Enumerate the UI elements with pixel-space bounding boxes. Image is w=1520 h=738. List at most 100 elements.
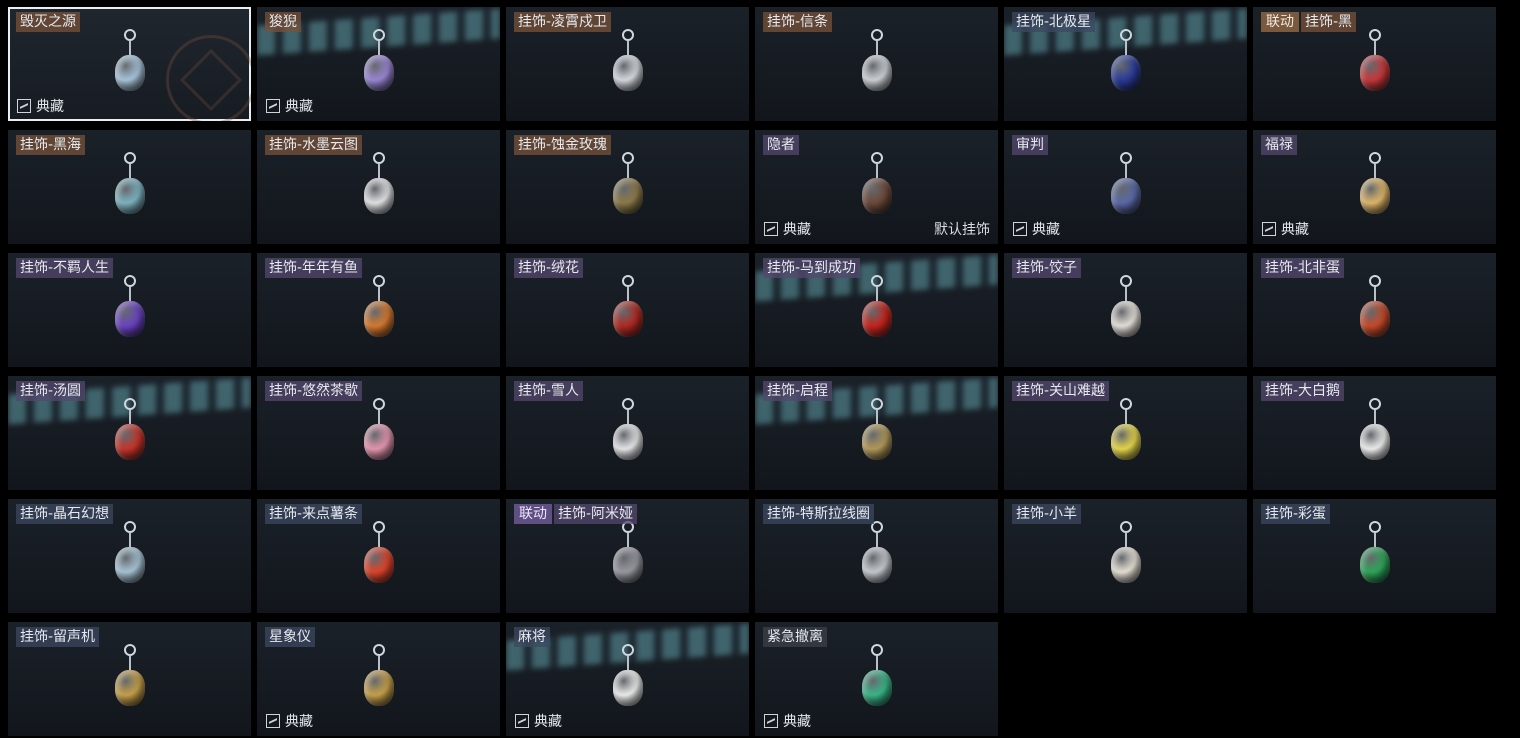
rocket-icon bbox=[598, 29, 658, 115]
easter-egg-icon bbox=[1345, 521, 1405, 607]
item-name: 挂饰-北极星 bbox=[1012, 12, 1096, 32]
horse-icon bbox=[847, 275, 907, 361]
cupcake-icon bbox=[349, 398, 409, 484]
item-name-tag: 挂饰-信条 bbox=[763, 12, 833, 32]
charm-item[interactable]: 挂饰-小羊 bbox=[1004, 499, 1247, 613]
default-charm-label: 默认挂饰 bbox=[934, 222, 990, 238]
charm-item[interactable]: 紧急撤离 典藏 bbox=[755, 622, 998, 736]
collection-label: 典藏 bbox=[36, 99, 64, 115]
tesla-coil-icon bbox=[847, 521, 907, 607]
compass-icon bbox=[847, 398, 907, 484]
item-name: 福禄 bbox=[1261, 135, 1297, 155]
item-name-tag: 审判 bbox=[1012, 135, 1048, 155]
charm-item[interactable]: 毁灭之源 典藏 bbox=[8, 7, 251, 121]
collection-icon bbox=[764, 222, 778, 236]
flower-icon bbox=[598, 275, 658, 361]
collection-label: 典藏 bbox=[1032, 222, 1060, 238]
item-name: 挂饰-饺子 bbox=[1012, 258, 1082, 278]
item-name: 紧急撤离 bbox=[763, 627, 827, 647]
item-name: 挂饰-大白鹅 bbox=[1261, 381, 1345, 401]
collection-label: 典藏 bbox=[783, 222, 811, 238]
collection-label: 典藏 bbox=[1281, 222, 1309, 238]
charm-item[interactable]: 挂饰-晶石幻想 bbox=[8, 499, 251, 613]
egg-pan-icon bbox=[1345, 275, 1405, 361]
item-name-tag: 福禄 bbox=[1261, 135, 1297, 155]
charm-item[interactable]: 挂饰-启程 bbox=[755, 376, 998, 490]
charm-item[interactable]: 挂饰-饺子 bbox=[1004, 253, 1247, 367]
sneaker-icon bbox=[100, 275, 160, 361]
charm-item[interactable]: 挂饰-绒花 bbox=[506, 253, 749, 367]
item-name-tag: 挂饰-彩蛋 bbox=[1261, 504, 1331, 524]
collection-icon bbox=[515, 714, 529, 728]
collection-icon bbox=[764, 714, 778, 728]
item-name-tag: 挂饰-关山难越 bbox=[1012, 381, 1110, 401]
charm-item[interactable]: 挂饰-黑海 bbox=[8, 130, 251, 244]
item-name-tag: 挂饰-马到成功 bbox=[763, 258, 861, 278]
item-name: 挂饰-水墨云图 bbox=[265, 135, 363, 155]
charm-item[interactable]: 挂饰-雪人 bbox=[506, 376, 749, 490]
bottle-icon bbox=[1345, 29, 1405, 115]
mecha-dragon-icon bbox=[100, 29, 160, 115]
item-name: 星象仪 bbox=[265, 627, 315, 647]
charm-item[interactable]: 麻将典藏 bbox=[506, 622, 749, 736]
item-name-tag: 挂饰-大白鹅 bbox=[1261, 381, 1345, 401]
tangyuan-bowl-icon bbox=[100, 398, 160, 484]
item-name: 挂饰-绒花 bbox=[514, 258, 584, 278]
item-name-tag: 挂饰-饺子 bbox=[1012, 258, 1082, 278]
charm-item[interactable]: 挂饰-马到成功 bbox=[755, 253, 998, 367]
charm-item[interactable]: 审判典藏 bbox=[1004, 130, 1247, 244]
emblem-watermark-icon bbox=[166, 35, 251, 121]
collection-badge: 典藏 bbox=[1262, 219, 1309, 239]
patterned-ball-icon bbox=[349, 152, 409, 238]
item-name: 挂饰-信条 bbox=[763, 12, 833, 32]
dumpling-plate-icon bbox=[1096, 275, 1156, 361]
item-name-tag: 挂饰-悠然茶歇 bbox=[265, 381, 363, 401]
bunny-icon bbox=[598, 521, 658, 607]
charm-item[interactable]: 挂饰-北非蛋 bbox=[1253, 253, 1496, 367]
charm-item[interactable]: 挂饰-留声机 bbox=[8, 622, 251, 736]
item-name: 挂饰-北非蛋 bbox=[1261, 258, 1345, 278]
exit-sign-icon bbox=[847, 644, 907, 730]
item-name-tag: 星象仪 bbox=[265, 627, 315, 647]
item-name: 挂饰-晶石幻想 bbox=[16, 504, 114, 524]
charm-item[interactable]: 挂饰-水墨云图 bbox=[257, 130, 500, 244]
charm-item[interactable]: 挂饰-不羁人生 bbox=[8, 253, 251, 367]
charm-item[interactable]: 挂饰-信条 bbox=[755, 7, 998, 121]
charm-item[interactable]: 福禄典藏 bbox=[1253, 130, 1496, 244]
item-name-tag: 挂饰-特斯拉线圈 bbox=[763, 504, 875, 524]
charm-grid: 毁灭之源 典藏 狻猊 典藏 挂饰-凌霄戍卫 挂饰-信条 挂饰-北极星 联动 挂饰-黑 挂饰-黑海挂… bbox=[0, 0, 1520, 738]
charm-item[interactable]: 挂饰-彩蛋 bbox=[1253, 499, 1496, 613]
charm-item[interactable]: 挂饰-大白鹅 bbox=[1253, 376, 1496, 490]
item-name-tag: 麻将 bbox=[514, 627, 550, 647]
charm-item[interactable]: 挂饰-凌霄戍卫 bbox=[506, 7, 749, 121]
collection-label: 典藏 bbox=[285, 714, 313, 730]
charm-item[interactable]: 挂饰-关山难越 bbox=[1004, 376, 1247, 490]
charm-item[interactable]: 隐者典藏 默认挂饰 bbox=[755, 130, 998, 244]
item-name-tag: 挂饰-汤圆 bbox=[16, 381, 86, 401]
charm-item[interactable]: 狻猊 典藏 bbox=[257, 7, 500, 121]
item-name: 挂饰-关山难越 bbox=[1012, 381, 1110, 401]
charm-item[interactable]: 挂饰-年年有鱼 bbox=[257, 253, 500, 367]
charm-item[interactable]: 联动 挂饰-黑 bbox=[1253, 7, 1496, 121]
collection-label: 典藏 bbox=[534, 714, 562, 730]
item-name-tag: 挂饰-凌霄戍卫 bbox=[514, 12, 612, 32]
collection-badge: 典藏 bbox=[1013, 219, 1060, 239]
anchor-icon bbox=[100, 152, 160, 238]
item-name-tag: 挂饰-黑海 bbox=[16, 135, 86, 155]
item-name-tag: 隐者 bbox=[763, 135, 799, 155]
charm-item[interactable]: 挂饰-来点薯条 bbox=[257, 499, 500, 613]
item-name: 挂饰-年年有鱼 bbox=[265, 258, 363, 278]
charm-item[interactable]: 联动 挂饰-阿米娅 bbox=[506, 499, 749, 613]
crystal-cube-icon bbox=[100, 521, 160, 607]
charm-item[interactable]: 挂饰-悠然茶歇 bbox=[257, 376, 500, 490]
fries-icon bbox=[349, 521, 409, 607]
item-name: 隐者 bbox=[763, 135, 799, 155]
charm-item[interactable]: 挂饰-北极星 bbox=[1004, 7, 1247, 121]
charm-item[interactable]: 挂饰-蚀金玫瑰 bbox=[506, 130, 749, 244]
charm-item[interactable]: 星象仪典藏 bbox=[257, 622, 500, 736]
item-name: 挂饰-马到成功 bbox=[763, 258, 861, 278]
charm-item[interactable]: 挂饰-汤圆 bbox=[8, 376, 251, 490]
charm-item[interactable]: 挂饰-特斯拉线圈 bbox=[755, 499, 998, 613]
item-name: 挂饰-来点薯条 bbox=[265, 504, 363, 524]
gold-rose-icon bbox=[598, 152, 658, 238]
